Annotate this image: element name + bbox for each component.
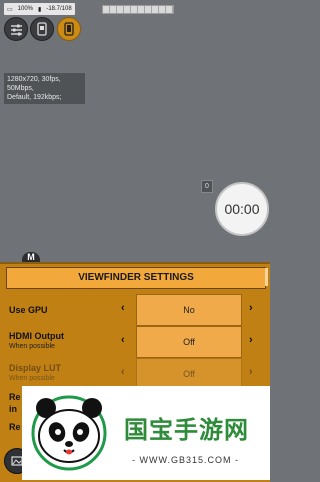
setting-value[interactable]: Off [136, 326, 242, 358]
info-line: 1280x720, 30fps, [7, 76, 61, 83]
prev-value-button[interactable]: ‹ [121, 366, 125, 378]
sliders-icon [10, 24, 22, 35]
camera-mode-button[interactable] [30, 17, 54, 41]
device-mode-button[interactable] [57, 17, 81, 41]
battery-level: 100% [17, 6, 34, 12]
settings-sliders-button[interactable] [4, 17, 28, 41]
sd-card-icon: ▮ [38, 6, 42, 13]
record-timer: 00:00 [224, 201, 260, 217]
setting-label: Display LUT [9, 363, 62, 373]
recording-info: 1280x720, 30fps, 50Mbps, Default, 192kbp… [4, 73, 85, 104]
setting-row-use-gpu: Use GPU ‹ No › [0, 294, 270, 326]
panel-title: VIEWFINDER SETTINGS [6, 267, 266, 289]
setting-label: Use GPU [9, 305, 48, 315]
storage-remaining: -18.7/108 [46, 6, 72, 12]
setting-label-partial: Re [9, 392, 21, 402]
watermark-url: - WWW.GB315.COM - [132, 455, 239, 465]
phone-camera-icon [37, 22, 47, 36]
watermark-brand: 国宝手游网 [124, 417, 249, 444]
info-line: 50Mbps, [7, 85, 34, 92]
panel-scrollbar[interactable] [265, 268, 268, 286]
record-button[interactable]: 00:00 [215, 182, 269, 236]
setting-label: HDMI Output [9, 331, 64, 341]
prev-value-button[interactable]: ‹ [121, 334, 125, 346]
counter-badge: 0 [201, 180, 213, 193]
next-value-button[interactable]: › [249, 366, 253, 378]
battery-icon: ▭ [7, 6, 13, 13]
panda-logo-icon [31, 395, 107, 471]
prev-value-button[interactable]: ‹ [121, 302, 125, 314]
audio-meter [102, 5, 174, 14]
info-line: Default, 192kbps; [7, 94, 62, 101]
setting-label-partial: Re [9, 422, 21, 432]
next-value-button[interactable]: › [249, 302, 253, 314]
setting-sublabel: When possible [9, 343, 55, 350]
setting-label-partial: in [9, 404, 17, 414]
next-value-button[interactable]: › [249, 334, 253, 346]
setting-row-hdmi-output: HDMI Output When possible ‹ Off › [0, 326, 270, 358]
setting-value[interactable]: No [136, 294, 242, 326]
phone-orange-icon [64, 22, 74, 36]
status-bar: ▭ 100% ▮ -18.7/108 [4, 3, 75, 15]
setting-sublabel: When possible [9, 375, 55, 382]
